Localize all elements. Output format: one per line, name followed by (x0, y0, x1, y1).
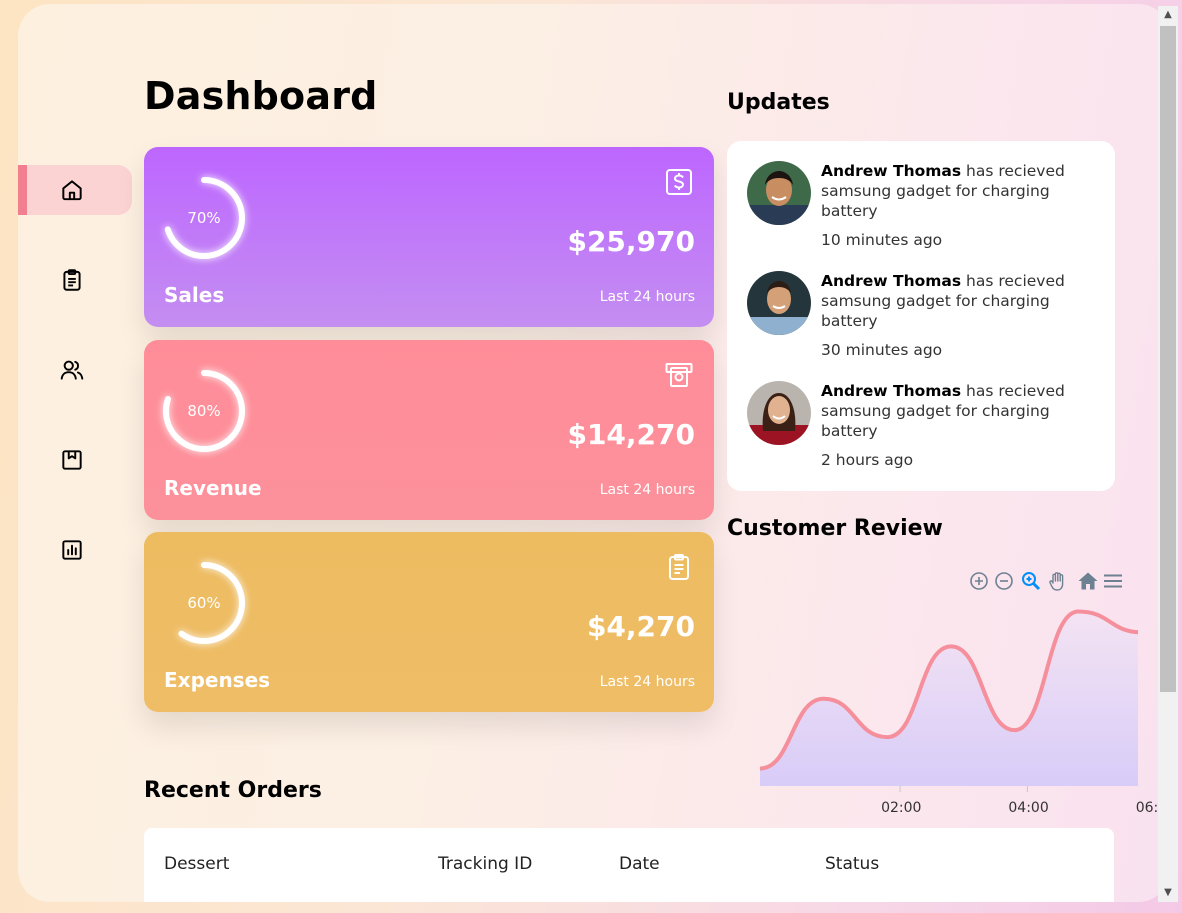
recent-orders-title: Recent Orders (144, 778, 322, 803)
column-header-tracking-id[interactable]: Tracking ID (438, 854, 532, 874)
money-icon (665, 363, 693, 387)
update-time: 30 minutes ago (821, 341, 943, 359)
sidebar-item-customers[interactable] (18, 345, 132, 395)
update-author: Andrew Thomas (821, 162, 962, 180)
sales-period: Last 24 hours (599, 289, 695, 305)
expenses-progress-ring: 60% (160, 559, 248, 647)
updates-panel: Andrew Thomas has recieved samsung gadge… (727, 141, 1115, 491)
revenue-period: Last 24 hours (599, 482, 695, 498)
scrollbar-thumb[interactable] (1160, 26, 1176, 692)
update-text: Andrew Thomas has recieved samsung gadge… (821, 161, 1091, 221)
update-text: Andrew Thomas has recieved samsung gadge… (821, 381, 1091, 441)
expenses-period: Last 24 hours (599, 674, 695, 690)
sales-label: Sales (164, 283, 225, 307)
avatar (747, 271, 811, 335)
expenses-amount: $4,270 (586, 610, 695, 643)
package-icon (62, 450, 82, 470)
page-title: Dashboard (144, 74, 378, 118)
scroll-down-arrow[interactable]: ▼ (1158, 884, 1178, 902)
revenue-card[interactable]: 80% $14,270 Revenue Last 24 hours (144, 340, 714, 520)
column-header-date[interactable]: Date (619, 854, 660, 874)
expenses-label: Expenses (164, 668, 271, 692)
revenue-label: Revenue (164, 476, 262, 500)
dollar-icon (666, 169, 692, 195)
clipboard-icon (669, 554, 689, 580)
users-icon (60, 360, 84, 380)
update-time: 2 hours ago (821, 451, 914, 469)
customer-review-chart: 02:0004:0006:00 (718, 564, 1170, 824)
update-author: Andrew Thomas (821, 382, 962, 400)
revenue-percent: 80% (187, 402, 221, 420)
home-icon (62, 180, 82, 201)
sales-amount: $25,970 (567, 225, 695, 258)
updates-title: Updates (727, 90, 830, 115)
sidebar-item-analytics[interactable] (18, 525, 132, 575)
expenses-percent: 60% (187, 594, 221, 612)
sidebar-item-orders[interactable] (18, 255, 132, 305)
sales-card[interactable]: 70% $25,970 Sales Last 24 hours (144, 147, 714, 327)
x-axis-ticks (899, 786, 1028, 792)
area-chart (759, 609, 1138, 792)
revenue-amount: $14,270 (567, 418, 695, 451)
expenses-card[interactable]: 60% $4,270 Expenses Last 24 hours (144, 532, 714, 712)
clipboard-icon (63, 269, 81, 291)
update-time: 10 minutes ago (821, 231, 943, 249)
sidebar-item-products[interactable] (18, 435, 132, 485)
revenue-progress-ring: 80% (160, 367, 248, 455)
column-header-dessert[interactable]: Dessert (164, 854, 229, 874)
page-scrollbar[interactable]: ▲ ▼ (1158, 6, 1178, 902)
customer-review-title: Customer Review (727, 516, 943, 541)
avatar (747, 381, 811, 445)
sidebar-item-home[interactable] (18, 165, 132, 215)
sales-progress-ring: 70% (160, 174, 248, 262)
x-axis-tick-label: 02:00 (881, 800, 922, 816)
sales-percent: 70% (187, 209, 221, 227)
scroll-up-arrow[interactable]: ▲ (1158, 6, 1178, 24)
update-text: Andrew Thomas has recieved samsung gadge… (821, 271, 1091, 331)
x-axis-tick-label: 04:00 (1008, 800, 1049, 816)
avatar (747, 161, 811, 225)
update-author: Andrew Thomas (821, 272, 962, 290)
recent-orders-table: Dessert Tracking ID Date Status (144, 828, 1114, 902)
column-header-status[interactable]: Status (825, 854, 879, 874)
dashboard-app: Dashboard 70% $25,970 Sales Last 24 hour… (18, 4, 1170, 902)
bar-chart-icon (62, 540, 82, 560)
